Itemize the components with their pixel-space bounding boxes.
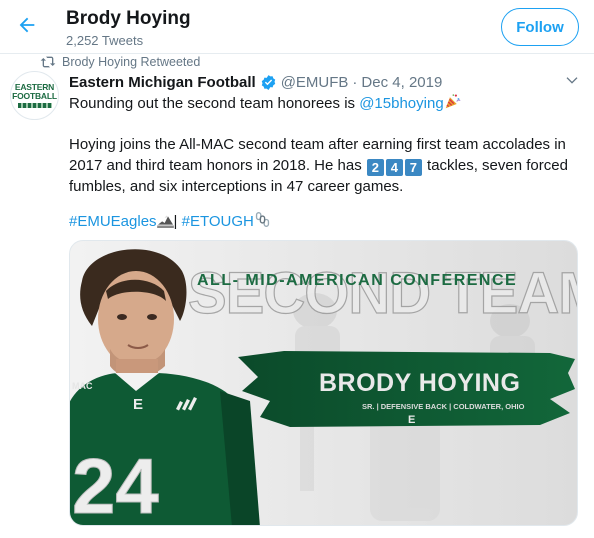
author-name[interactable]: Eastern Michigan Football — [69, 74, 256, 91]
retweet-label[interactable]: Brody Hoying Retweeted — [62, 55, 200, 69]
profile-name: Brody Hoying — [66, 8, 191, 29]
graphic-heading-all-mac: ALL- MID-AMERICAN CONFERENCE — [197, 272, 517, 289]
hashtag-etough[interactable]: #ETOUGH — [182, 213, 254, 230]
emu-logo-letter: E — [408, 414, 415, 426]
author-handle[interactable]: @EMUFB — [281, 74, 349, 91]
avatar-text-line2: FOOTBALL — [12, 91, 57, 101]
hashtag-emueagles[interactable]: #EMUEagles — [69, 213, 157, 230]
tweet-header: Eastern Michigan Football @EMUFB · Dec 4… — [69, 72, 442, 92]
keycap-digit-2: 2 — [366, 159, 384, 176]
sleeve-badge: MAC — [72, 381, 93, 391]
back-button[interactable] — [10, 8, 44, 42]
tweet-media-image[interactable]: SECOND TEAM ALL- MID-AMERICAN CONFERENCE… — [69, 240, 578, 526]
hashtag-separator: | — [173, 213, 182, 230]
party-popper-icon — [445, 94, 461, 109]
keycap-digit-7: 7 — [404, 159, 422, 176]
meta-separator: · — [352, 73, 358, 91]
chain-icon — [255, 212, 270, 227]
keycap-digit-4: 4 — [385, 159, 403, 176]
player-name-text: BRODY HOYING — [319, 369, 520, 397]
profile-header: Brody Hoying 2,252 Tweets Follow — [0, 0, 594, 54]
mention-link[interactable]: @15bhoying — [359, 95, 443, 112]
retweet-icon — [40, 56, 56, 68]
tweet-count: 2,252 Tweets — [66, 33, 144, 48]
graphic-heading-second-team: SECOND TEAM — [188, 261, 578, 326]
tweet-date[interactable]: Dec 4, 2019 — [361, 74, 442, 91]
tweet-text-line1: Rounding out the second team honorees is… — [69, 93, 574, 114]
follow-button[interactable]: Follow — [501, 8, 579, 46]
hashtag-line: #EMUEagles | #ETOUGH — [69, 211, 574, 232]
tweet-text-prefix: Rounding out the second team honorees is — [69, 95, 360, 112]
jersey-letter: E — [133, 396, 143, 413]
retweet-context: Brody Hoying Retweeted — [40, 54, 200, 70]
chevron-down-icon[interactable] — [564, 72, 580, 88]
jersey-number: 24 — [72, 442, 159, 526]
avatar-stadium-graphic — [17, 103, 52, 108]
player-details-text: SR. | DEFENSIVE BACK | COLDWATER, OHIO — [362, 402, 525, 411]
eagle-icon — [156, 215, 174, 228]
back-arrow-icon — [19, 17, 35, 33]
verified-badge-icon — [261, 74, 275, 90]
all-mac-graphic: SECOND TEAM ALL- MID-AMERICAN CONFERENCE… — [70, 241, 578, 526]
avatar[interactable]: EASTERN FOOTBALL — [10, 71, 59, 120]
tweet-text-body: Hoying joins the All-MAC second team aft… — [69, 134, 574, 197]
